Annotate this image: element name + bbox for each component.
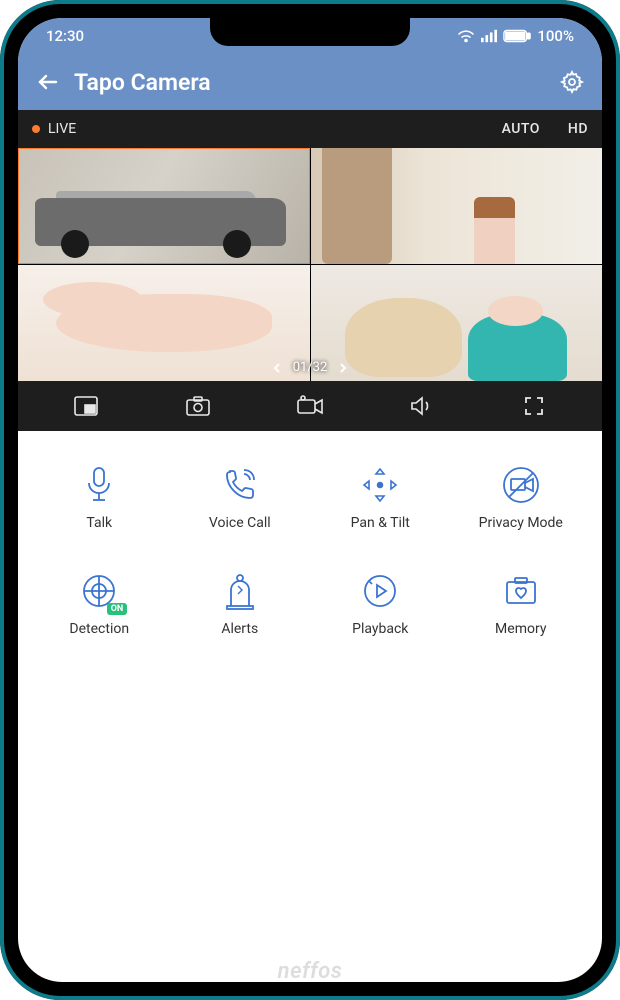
live-label: LIVE — [48, 121, 76, 137]
chevron-right-icon[interactable] — [337, 362, 349, 374]
settings-icon[interactable] — [560, 70, 584, 94]
phone-icon — [223, 468, 257, 502]
fullscreen-icon[interactable] — [523, 395, 545, 417]
speaker-icon[interactable] — [409, 395, 435, 417]
quality-hd[interactable]: HD — [568, 121, 588, 137]
notch — [210, 18, 410, 46]
detection-label: Detection — [69, 621, 129, 637]
on-badge: ON — [107, 603, 128, 615]
video-status-bar: LIVE AUTO HD — [18, 110, 602, 148]
feature-grid: Talk Voice Call Pan & Tilt Privacy Mode … — [18, 431, 602, 657]
pan-tilt-icon — [361, 466, 399, 504]
playback-label: Playback — [352, 621, 408, 637]
pip-icon[interactable] — [73, 395, 99, 417]
screen: 12:30 100% Tapo Camera LIVE AUTO HD — [18, 18, 602, 982]
pager-label: 01/32 — [293, 360, 328, 375]
video-toolbar — [18, 381, 602, 431]
privacy-label: Privacy Mode — [479, 515, 563, 531]
camera-feed-1[interactable] — [18, 148, 310, 264]
privacy-mode-button[interactable]: Privacy Mode — [454, 465, 589, 531]
battery-icon — [503, 29, 531, 43]
memory-icon — [504, 576, 538, 606]
talk-button[interactable]: Talk — [32, 465, 167, 531]
pan-tilt-button[interactable]: Pan & Tilt — [313, 465, 448, 531]
app-bar: Tapo Camera — [18, 54, 602, 110]
memory-button[interactable]: Memory — [454, 571, 589, 637]
quality-auto[interactable]: AUTO — [502, 121, 540, 137]
signal-icon — [481, 29, 497, 43]
talk-label: Talk — [86, 515, 112, 531]
pan-tilt-label: Pan & Tilt — [351, 515, 410, 531]
camera-feed-2[interactable] — [311, 148, 603, 264]
camera-grid: 01/32 — [18, 148, 602, 381]
record-icon[interactable] — [296, 395, 324, 417]
alerts-button[interactable]: Alerts — [173, 571, 308, 637]
voice-call-label: Voice Call — [209, 515, 271, 531]
clock: 12:30 — [46, 27, 84, 45]
chevron-left-icon[interactable] — [271, 362, 283, 374]
battery-percent: 100% — [537, 27, 574, 45]
mic-icon — [84, 466, 114, 504]
wifi-icon — [457, 29, 475, 43]
playback-icon — [362, 573, 398, 609]
alerts-icon — [223, 572, 257, 610]
pager: 01/32 — [18, 360, 602, 375]
camera-icon[interactable] — [185, 395, 211, 417]
memory-label: Memory — [495, 621, 546, 637]
page-title: Tapo Camera — [74, 69, 560, 96]
device-brand: neffos — [0, 959, 620, 984]
privacy-icon — [501, 465, 541, 505]
back-icon[interactable] — [36, 70, 60, 94]
phone-frame: 12:30 100% Tapo Camera LIVE AUTO HD — [0, 0, 620, 1000]
voice-call-button[interactable]: Voice Call — [173, 465, 308, 531]
detection-button[interactable]: ON Detection — [32, 571, 167, 637]
live-dot-icon — [32, 125, 40, 133]
alerts-label: Alerts — [221, 621, 258, 637]
playback-button[interactable]: Playback — [313, 571, 448, 637]
